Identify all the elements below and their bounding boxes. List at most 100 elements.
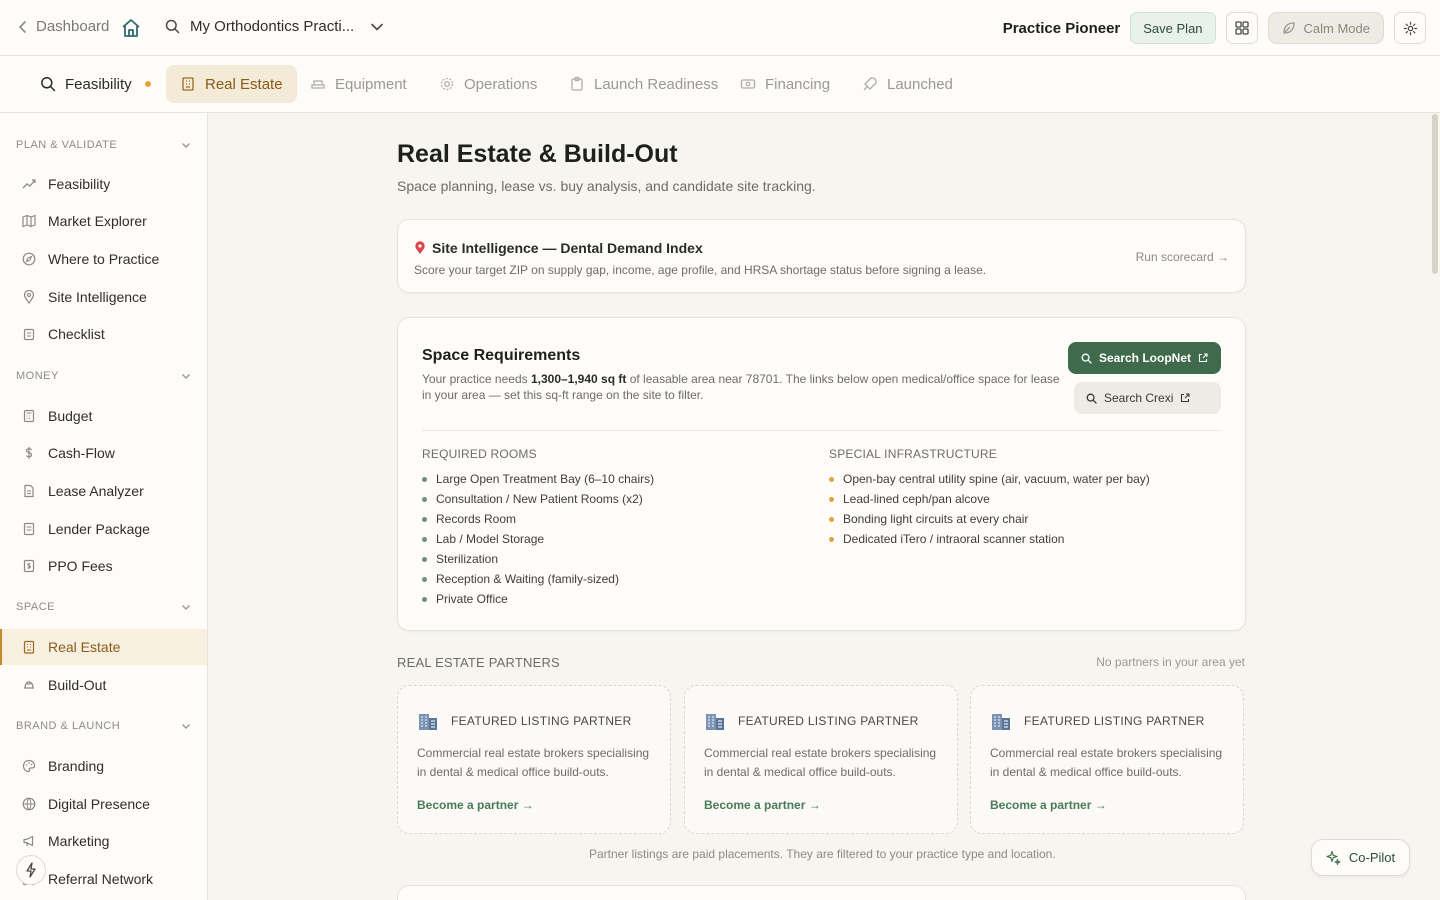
sidebar-item-site-intelligence[interactable]: Site Intelligence <box>0 279 207 315</box>
trend-icon <box>22 179 36 189</box>
tab-equipment[interactable]: Equipment <box>296 65 421 103</box>
sqft-range: 1,300–1,940 sq ft <box>530 372 627 386</box>
home-icon[interactable] <box>120 17 142 39</box>
list-item-text: Consultation / New Patient Rooms (x2) <box>436 492 643 506</box>
required-rooms-heading: REQUIRED ROOMS <box>422 447 537 461</box>
sidebar-item-lender-package[interactable]: Lender Package <box>0 511 207 547</box>
tab-label: Real Estate <box>205 75 283 93</box>
list-item-text: Bonding light circuits at every chair <box>843 512 1029 526</box>
search-icon <box>41 77 56 92</box>
site-intelligence-card[interactable]: Site Intelligence — Dental Demand Index … <box>397 219 1246 293</box>
calculator-icon <box>23 409 35 423</box>
chevron-down-icon <box>182 373 190 379</box>
sidebar-item-where-to-practice[interactable]: Where to Practice <box>0 241 207 277</box>
section-title: MONEY <box>16 370 59 382</box>
list-item-text: Open-bay central utility spine (air, vac… <box>843 472 1150 486</box>
bullet <box>422 496 427 502</box>
become-partner-link[interactable]: Become a partner → <box>990 798 1107 812</box>
sidebar-item-label: Market Explorer <box>48 213 147 229</box>
section-title: PLAN & VALIDATE <box>16 139 118 151</box>
practice-selector[interactable]: My Orthodontics Practi... <box>165 18 384 35</box>
search-crexi-button[interactable]: Search Crexi <box>1074 382 1221 414</box>
partner-title-text: FEATURED LISTING PARTNER <box>1024 714 1205 728</box>
tab-label: Operations <box>464 75 538 93</box>
external-link-icon <box>1181 393 1190 403</box>
calm-mode-toggle[interactable]: Calm Mode <box>1267 12 1384 44</box>
money-icon <box>740 79 756 89</box>
sidebar-item-build-out[interactable]: Build-Out <box>0 667 207 703</box>
settings-button[interactable] <box>1394 12 1426 44</box>
brand-name: Practice Pioneer <box>1002 19 1121 37</box>
sparkle-icon <box>1326 850 1341 865</box>
list-item: Open-bay central utility spine (air, vac… <box>829 471 1150 487</box>
run-scorecard-link[interactable]: Run scorecard → <box>1136 250 1229 264</box>
partner-title: FEATURED LISTING PARTNER <box>990 711 1205 731</box>
pin-icon <box>23 290 35 304</box>
sidebar-item-branding[interactable]: Branding <box>0 748 207 784</box>
list-item-text: Sterilization <box>436 552 499 566</box>
bullet <box>422 536 427 542</box>
section-space[interactable]: SPACE <box>16 597 191 617</box>
save-plan-button[interactable]: Save Plan <box>1130 12 1216 44</box>
sidebar-item-marketing[interactable]: Marketing <box>0 823 207 859</box>
list-item: Consultation / New Patient Rooms (x2) <box>422 491 643 507</box>
sidebar-item-budget[interactable]: Budget <box>0 398 207 434</box>
partner-desc: Commercial real estate brokers specialis… <box>990 746 1223 779</box>
sidebar-item-checklist[interactable]: Checklist <box>0 316 207 352</box>
list-item: Reception & Waiting (family-sized) <box>422 571 619 587</box>
external-link-icon <box>1198 353 1208 363</box>
copilot-button[interactable]: Co-Pilot <box>1311 839 1410 876</box>
quick-actions-button[interactable] <box>16 855 46 885</box>
list-item-text: Lead-lined ceph/pan alcove <box>843 492 990 506</box>
office-building-icon <box>419 714 437 730</box>
tab-real-estate[interactable]: Real Estate <box>166 65 297 103</box>
dollar-icon <box>25 447 33 459</box>
chair-icon <box>311 80 325 89</box>
tab-launch-readiness[interactable]: Launch Readiness <box>555 65 732 103</box>
tab-label: Launched <box>887 75 953 93</box>
space-requirements-desc: Your practice needs 1,300–1,940 sq ft of… <box>422 371 1062 403</box>
building-icon <box>23 640 35 654</box>
sidebar-item-feasibility[interactable]: Feasibility <box>0 166 207 202</box>
partner-title-text: FEATURED LISTING PARTNER <box>738 714 919 728</box>
sidebar-item-label: Budget <box>48 408 93 424</box>
sidebar-item-label: Cash-Flow <box>48 445 115 461</box>
sidebar-item-digital-presence[interactable]: Digital Presence <box>0 786 207 822</box>
sidebar-item-ppo-fees[interactable]: PPO Fees <box>0 548 207 584</box>
search-loopnet-button[interactable]: Search LoopNet <box>1067 342 1221 374</box>
document-icon <box>24 484 34 498</box>
palette-icon <box>22 759 36 773</box>
sidebar-item-lease-analyzer[interactable]: Lease Analyzer <box>0 473 207 509</box>
section-plan-validate[interactable]: PLAN & VALIDATE <box>16 135 191 155</box>
partner-card: FEATURED LISTING PARTNER Commercial real… <box>684 685 958 834</box>
tab-operations[interactable]: Operations <box>425 65 551 103</box>
sidebar-item-real-estate[interactable]: Real Estate <box>0 629 207 665</box>
sidebar-item-label: Site Intelligence <box>48 289 147 305</box>
become-partner-link[interactable]: Become a partner → <box>704 798 821 812</box>
bullet <box>829 516 834 522</box>
partner-desc: Commercial real estate brokers specialis… <box>704 746 937 779</box>
tab-label: Feasibility <box>65 75 132 93</box>
scrollbar-thumb[interactable] <box>1432 114 1438 274</box>
back-to-dashboard-link[interactable]: Dashboard <box>18 18 109 35</box>
tab-feasibility[interactable]: Feasibility <box>26 65 165 103</box>
sidebar-item-label: Referral Network <box>48 871 154 887</box>
become-partner-link[interactable]: Become a partner → <box>417 798 534 812</box>
list-item: Sterilization <box>422 551 498 567</box>
tab-launched[interactable]: Launched <box>848 65 967 103</box>
list-item: Lab / Model Storage <box>422 531 544 547</box>
list-item: Large Open Treatment Bay (6–10 chairs) <box>422 471 654 487</box>
apps-grid-button[interactable] <box>1225 12 1258 44</box>
desc-text: Your practice needs <box>422 372 531 386</box>
partner-title: FEATURED LISTING PARTNER <box>704 711 919 731</box>
list-item-text: Private Office <box>436 592 508 606</box>
chevron-down-icon <box>371 23 384 31</box>
sidebar: PLAN & VALIDATE Feasibility Market Explo… <box>0 113 208 900</box>
sidebar-item-market-explorer[interactable]: Market Explorer <box>0 203 207 239</box>
section-brand-launch[interactable]: BRAND & LAUNCH <box>16 716 191 736</box>
tab-financing[interactable]: Financing <box>726 65 844 103</box>
section-money[interactable]: MONEY <box>16 366 191 386</box>
sidebar-item-cash-flow[interactable]: Cash-Flow <box>0 435 207 471</box>
partner-card: FEATURED LISTING PARTNER Commercial real… <box>397 685 671 834</box>
sidebar-item-label: Where to Practice <box>48 251 160 267</box>
